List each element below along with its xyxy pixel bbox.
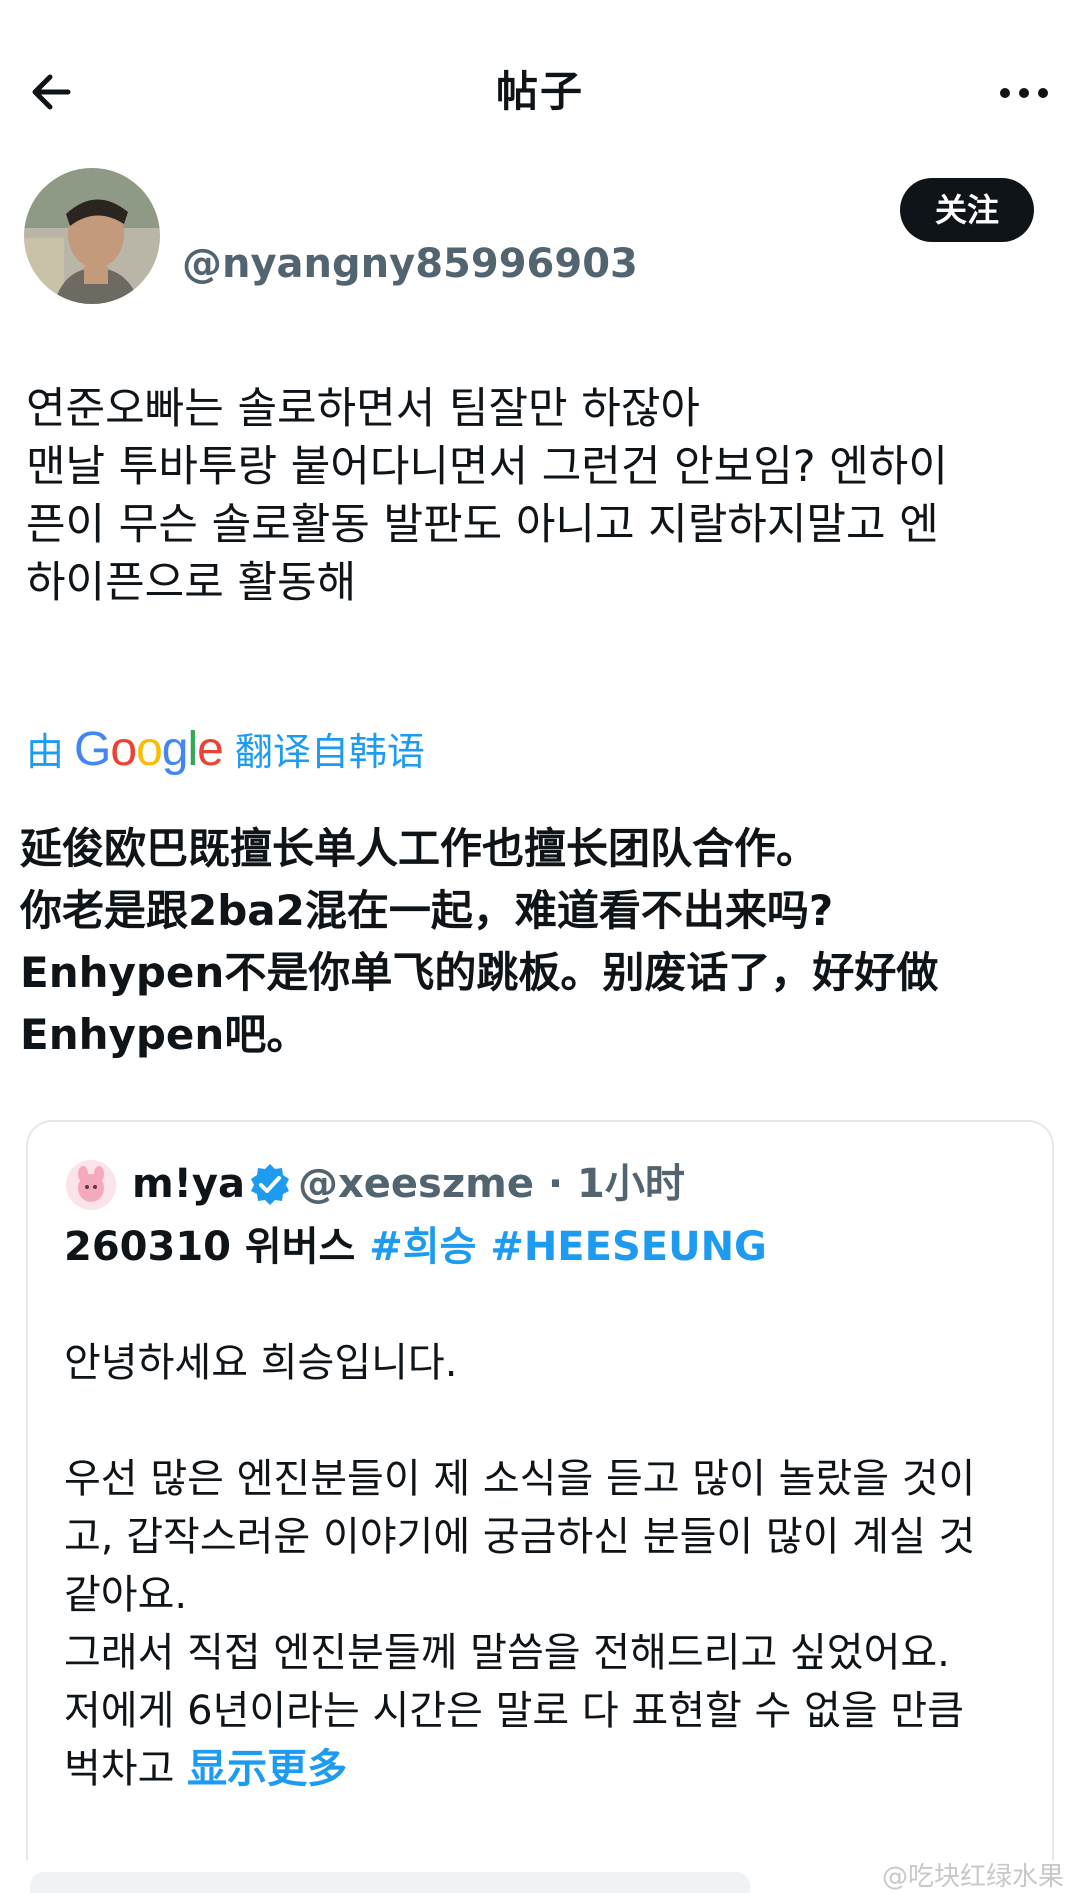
quoted-author-avatar bbox=[66, 1160, 116, 1210]
quoted-line: 우선 많은 엔진분들이 제 소식을 듣고 많이 놀랐을 것이 bbox=[64, 1456, 976, 1502]
author-handle[interactable]: @nyangny85996903 bbox=[182, 236, 638, 292]
quoted-author-name[interactable]: m!ya bbox=[132, 1152, 245, 1216]
watermark: @吃块红绿水果 bbox=[881, 1862, 1064, 1892]
top-bar: 帖子 bbox=[0, 0, 1080, 180]
show-more-link[interactable]: 显示更多 bbox=[187, 1746, 347, 1792]
more-options-button[interactable] bbox=[994, 62, 1054, 122]
verified-badge-icon bbox=[251, 1164, 289, 1205]
quoted-handle-time: @xeeszme · 1小时 bbox=[298, 1161, 685, 1207]
quoted-post-card[interactable]: m!ya @xeeszme · 1小时 260310 위버스 #희승 #HEES… bbox=[26, 1120, 1054, 1860]
quoted-line-prefix: 벅차고 bbox=[64, 1746, 188, 1792]
translation-prefix: 由 bbox=[26, 730, 65, 774]
translated-line: 延俊欧巴既擅长单人工作也擅长团队合作。 bbox=[20, 824, 819, 873]
hashtag-link[interactable]: #희승 bbox=[369, 1224, 476, 1270]
more-horizontal-icon bbox=[1000, 88, 1048, 98]
quoted-line: 그래서 직접 엔진분들께 말씀을 전해드리고 싶었어요. bbox=[64, 1630, 950, 1676]
translation-attribution[interactable]: 由 Google 翻译自韩语 bbox=[26, 720, 425, 780]
google-logo: Google bbox=[74, 723, 224, 776]
bottom-reply-bar[interactable] bbox=[30, 1872, 750, 1893]
translated-line: Enhypen不是你单飞的跳板。别废话了，好好做 bbox=[20, 948, 939, 997]
translated-text: 延俊欧巴既擅长单人工作也擅长团队合作。 你老是跟2ba2混在一起，难道看不出来吗… bbox=[20, 818, 1060, 1066]
quoted-line: 저에게 6년이라는 시간은 말로 다 표현할 수 없을 만큼 bbox=[64, 1688, 964, 1734]
translated-line: Enhypen吧。 bbox=[20, 1010, 309, 1059]
post-line: 맨날 투바투랑 붙어다니면서 그런건 안보임? 엔하이 bbox=[26, 442, 948, 492]
post-line: 픈이 무슨 솔로활동 발판도 아니고 지랄하지말고 엔 bbox=[26, 500, 939, 550]
post-text: 연준오빠는 솔로하면서 팀잘만 하잖아 맨날 투바투랑 붙어다니면서 그런건 안… bbox=[26, 380, 1056, 612]
quoted-headline: 260310 위버스 #희승 #HEESEUNG bbox=[64, 1218, 1024, 1276]
headline-prefix: 260310 위버스 bbox=[64, 1224, 370, 1270]
quoted-post-text: 260310 위버스 #희승 #HEESEUNG 안녕하세요 희승입니다. 우선… bbox=[64, 1218, 1024, 1798]
page-title: 帖子 bbox=[495, 67, 584, 116]
author-avatar[interactable] bbox=[24, 168, 160, 304]
quoted-line: 안녕하세요 희승입니다. bbox=[64, 1340, 458, 1386]
quoted-line: 고, 갑작스러운 이야기에 궁금하신 분들이 많이 계실 것 bbox=[64, 1514, 976, 1560]
quoted-last-line: 벅차고 显示更多 bbox=[64, 1740, 1024, 1798]
quoted-line bbox=[64, 1392, 1024, 1450]
translation-suffix: 翻译自韩语 bbox=[234, 730, 425, 774]
translated-line: 你老是跟2ba2混在一起，难道看不出来吗? bbox=[20, 886, 834, 935]
hashtag-link[interactable]: #HEESEUNG bbox=[490, 1224, 767, 1270]
quoted-line bbox=[64, 1276, 1024, 1334]
post-line: 연준오빠는 솔로하면서 팀잘만 하잖아 bbox=[26, 384, 700, 434]
follow-button[interactable]: 关注 bbox=[900, 178, 1034, 242]
quoted-line: 같아요. bbox=[64, 1572, 188, 1618]
post-line: 하이픈으로 활동해 bbox=[26, 558, 357, 608]
